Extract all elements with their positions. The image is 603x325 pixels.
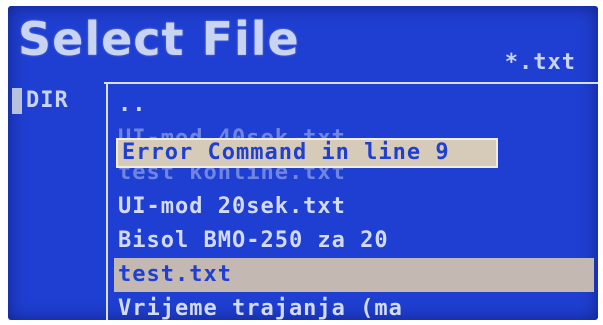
dir-label[interactable]: DIR [26, 88, 69, 113]
file-item[interactable]: Vrijeme trajanja (ma [114, 292, 594, 320]
dir-column: DIR [12, 82, 108, 320]
file-item-selected[interactable]: test.txt [114, 258, 594, 292]
dir-selection-marker [12, 88, 22, 114]
file-item[interactable]: Bisol BMO-250 za 20 [114, 224, 594, 258]
header-divider [104, 82, 598, 84]
file-filter[interactable]: *.txt [505, 50, 576, 75]
file-item-parent[interactable]: .. [114, 88, 594, 122]
file-list: .. UI-mod 40sek.txt test konline.txt UI-… [114, 88, 594, 320]
error-message: Error Command in line 9 [116, 138, 498, 168]
lcd-screen: Select File *.txt DIR .. UI-mod 40sek.tx… [8, 6, 598, 320]
file-item[interactable]: UI-mod 20sek.txt [114, 190, 594, 224]
page-title: Select File [18, 12, 300, 66]
